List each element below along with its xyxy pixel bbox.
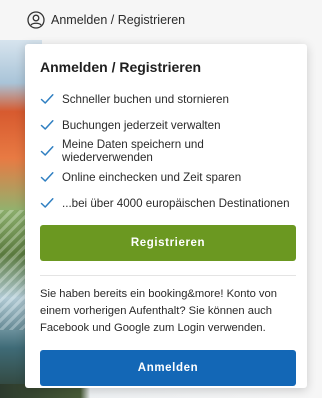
page: Anmelden / Registrieren Anmelden / Regis… bbox=[0, 0, 322, 398]
login-dropdown-panel: Anmelden / Registrieren Schneller buchen… bbox=[25, 44, 307, 388]
check-icon bbox=[40, 94, 54, 104]
login-button[interactable]: Anmelden bbox=[40, 350, 296, 386]
check-icon bbox=[40, 146, 54, 156]
benefit-text: Schneller buchen und stornieren bbox=[62, 92, 229, 106]
register-button[interactable]: Registrieren bbox=[40, 225, 296, 261]
benefit-item: Meine Daten speichern und wiederverwende… bbox=[40, 138, 292, 164]
benefit-item: Online einchecken und Zeit sparen bbox=[40, 164, 292, 190]
divider bbox=[40, 275, 296, 276]
check-icon bbox=[40, 120, 54, 130]
benefit-item: ...bei über 4000 europäischen Destinatio… bbox=[40, 190, 292, 216]
benefits-list: Schneller buchen und stornieren Buchunge… bbox=[40, 86, 292, 216]
benefit-text: ...bei über 4000 europäischen Destinatio… bbox=[62, 196, 290, 210]
existing-account-note: Sie haben bereits ein booking&more! Kont… bbox=[40, 288, 277, 334]
user-circle-icon bbox=[27, 11, 45, 29]
benefit-text: Buchungen jederzeit verwalten bbox=[62, 118, 221, 132]
panel-title: Anmelden / Registrieren bbox=[40, 59, 202, 75]
benefit-text: Meine Daten speichern und wiederverwende… bbox=[62, 138, 204, 164]
check-icon bbox=[40, 198, 54, 208]
trigger-label: Anmelden / Registrieren bbox=[51, 13, 186, 27]
login-register-trigger[interactable]: Anmelden / Registrieren bbox=[0, 0, 322, 40]
benefit-item: Schneller buchen und stornieren bbox=[40, 86, 292, 112]
benefit-item: Buchungen jederzeit verwalten bbox=[40, 112, 292, 138]
benefit-text: Online einchecken und Zeit sparen bbox=[62, 170, 242, 184]
check-icon bbox=[40, 172, 54, 182]
